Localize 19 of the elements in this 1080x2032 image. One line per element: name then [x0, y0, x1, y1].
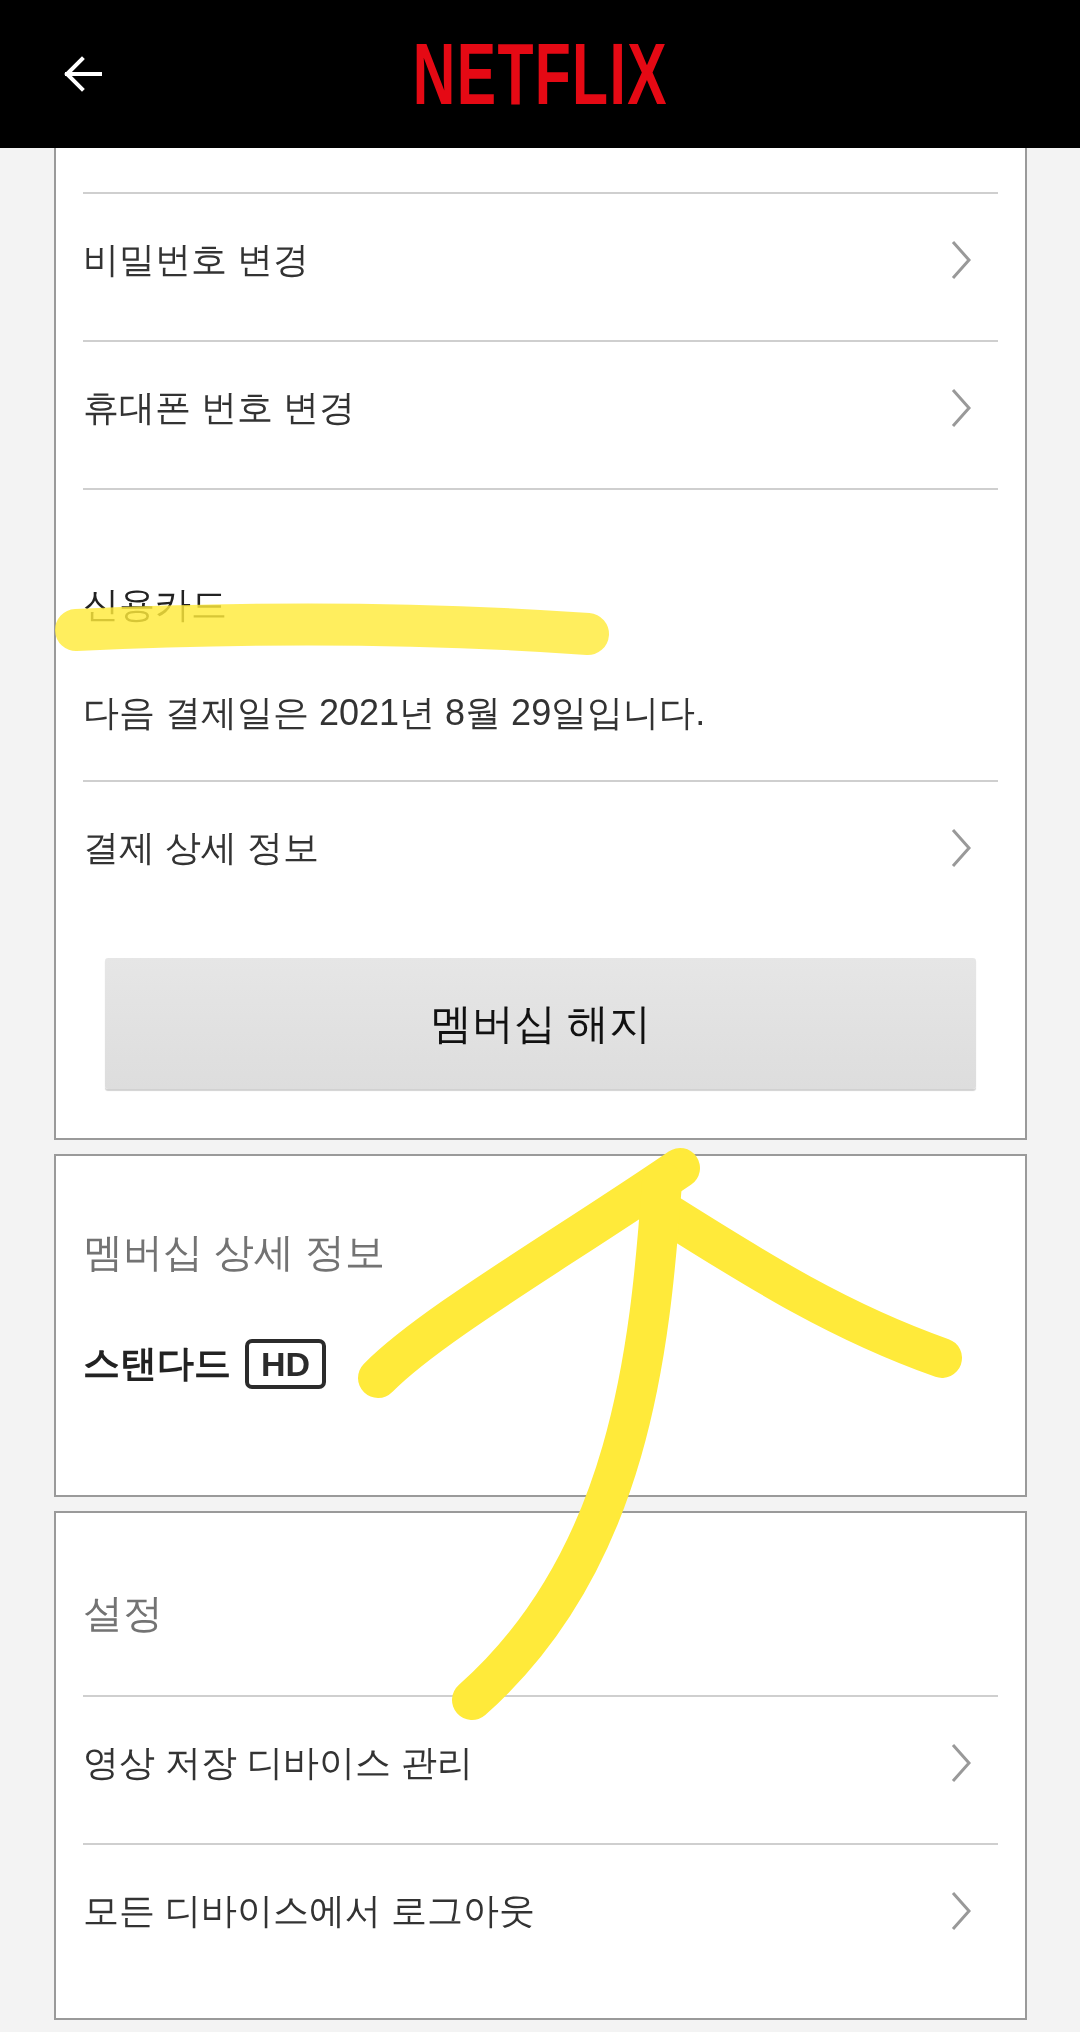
- chevron-right-icon: [950, 388, 972, 428]
- menu-item[interactable]: 결제 상세 정보: [83, 780, 998, 928]
- menu-item[interactable]: 영상 저장 디바이스 관리: [83, 1695, 998, 1843]
- section-title: 설정: [83, 1590, 163, 1637]
- section-title: 멤버십 상세 정보: [83, 1229, 386, 1276]
- chevron-right-icon: [950, 240, 972, 280]
- cancel-membership-button[interactable]: 멤버십 해지: [105, 958, 976, 1089]
- chevron-right-icon: [950, 828, 972, 868]
- plan-name: 스탠다드: [83, 1342, 231, 1386]
- next-billing-text: 다음 결제일은 2021년 8월 29일입니다.: [83, 691, 707, 735]
- payment-method-label: 신용카드: [83, 583, 227, 627]
- quality-badge: HD: [245, 1339, 327, 1389]
- back-arrow-icon[interactable]: [62, 56, 102, 92]
- app-logo: NETFLIX: [412, 41, 668, 107]
- chevron-right-icon: [950, 1743, 972, 1783]
- menu-item[interactable]: 비밀번호 변경: [83, 192, 998, 340]
- menu-item[interactable]: 모든 디바이스에서 로그아웃: [83, 1843, 998, 1991]
- menu-item[interactable]: 휴대폰 번호 변경: [83, 340, 998, 488]
- chevron-right-icon: [950, 1891, 972, 1931]
